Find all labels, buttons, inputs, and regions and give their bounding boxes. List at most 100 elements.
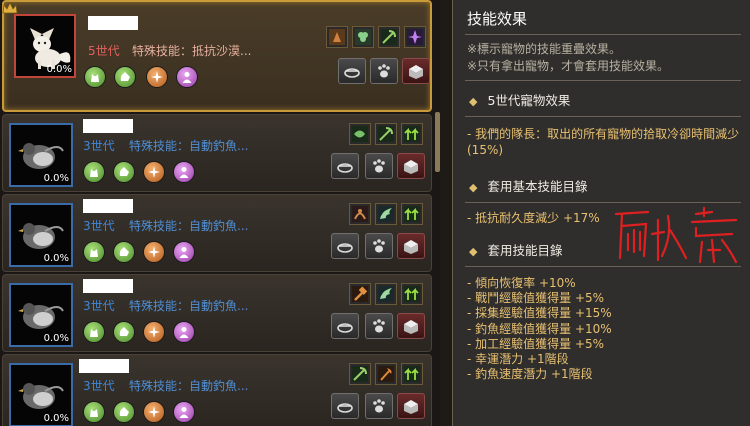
tooltip-note: ※只有拿出寵物，才會套用技能效果。 [467,59,670,73]
cat-trait-icon [83,321,105,343]
generation-effect-text: - 我們的隊長：取出的所有寵物的拾取冷卻時間減少(15%) [467,127,740,157]
pet-generation: 3世代 [83,139,115,153]
diamond-icon: ◆ [469,95,478,108]
magic-skill-icon[interactable] [404,26,426,48]
gather-skill-icon[interactable] [349,203,371,225]
pickaxe-skill-icon[interactable] [375,123,397,145]
section-title: 套用基本技能目錄 [487,179,588,194]
section-heading-basic-skills: ◆ 套用基本技能目錄 [469,176,587,195]
pet-generation: 3世代 [83,299,115,313]
hammer-skill-icon[interactable] [349,283,371,305]
clover-skill-icon[interactable] [352,26,374,48]
divider [465,80,741,81]
divider [465,266,741,267]
food-bowl-button[interactable] [331,393,359,419]
pet-portrait[interactable]: 0.0% [9,203,73,267]
fish-skill-icon[interactable] [349,123,371,145]
section-title: 5世代寵物效果 [487,93,571,108]
pet-portrait[interactable]: 0.0% [9,123,73,187]
axe-skill-icon[interactable] [375,363,397,385]
arrows-up-skill-icon[interactable] [401,363,423,385]
food-bowl-button[interactable] [331,313,359,339]
pet-name-redacted [88,16,138,30]
arrows-up-skill-icon[interactable] [401,123,423,145]
pet-name-redacted [79,359,129,373]
paw-button[interactable] [365,153,393,179]
stat-line: - 採集經驗值獲得量 +15% [467,306,612,321]
paw-button[interactable] [365,313,393,339]
hand-trait-icon [113,401,135,423]
person-trait-icon [173,401,195,423]
food-bowl-button[interactable] [331,153,359,179]
stat-line: - 加工經驗值獲得量 +5% [467,336,605,351]
pet-portrait[interactable]: 0.0% [9,363,73,426]
wing-skill-icon[interactable] [375,283,397,305]
hand-trait-icon [113,241,135,263]
penguin-pet-image [18,303,64,329]
section-heading-skills: ◆ 套用技能目錄 [469,240,562,259]
food-bowl-button[interactable] [338,58,366,84]
list-scrollbar[interactable] [435,112,440,172]
skill-stat-list: - 傾向恢復率 +10% - 戰鬥經驗值獲得量 +5% - 採集經驗值獲得量 +… [467,276,612,382]
section-title: 套用技能目錄 [487,243,563,258]
unseal-box-button[interactable] [397,313,425,339]
pet-card[interactable]: 0.0% 3世代 特殊技能：自動釣魚... [2,274,432,352]
penguin-pet-image [18,143,64,169]
arrows-up-skill-icon[interactable] [401,283,423,305]
arrows-up-skill-icon[interactable] [401,203,423,225]
person-trait-icon [173,321,195,343]
pet-portrait[interactable]: 0.0% [9,283,73,347]
cat-trait-icon [83,401,105,423]
wing-skill-icon[interactable] [375,203,397,225]
pet-name-redacted [83,119,133,133]
pet-card[interactable]: 0.0% 3世代 特殊技能：自動釣魚... [2,354,432,426]
divider [465,202,741,203]
pet-name-redacted [83,279,133,293]
stat-line: - 釣魚經驗值獲得量 +10% [467,321,612,336]
person-trait-icon [173,241,195,263]
hand-trait-icon [113,161,135,183]
paw-button[interactable] [370,58,398,84]
penguin-pet-image [18,383,64,409]
stat-line: - 戰鬥經驗值獲得量 +5% [467,291,605,306]
pet-card[interactable]: 0.0% 5世代 特殊技能：抵抗沙漠... [2,0,432,112]
compass-trait-icon [143,161,165,183]
pickaxe-skill-icon[interactable] [378,26,400,48]
compass-trait-icon [143,321,165,343]
pet-special-skill: 特殊技能：抵抗沙漠... [132,44,252,58]
paw-button[interactable] [365,233,393,259]
stat-line: - 幸運潛力 +1階段 [467,352,569,367]
pet-percent: 0.0% [43,173,69,184]
unseal-box-button[interactable] [397,233,425,259]
pet-special-skill: 特殊技能：自動釣魚... [129,299,249,313]
diamond-icon: ◆ [469,245,478,258]
pet-special-skill: 特殊技能：自動釣魚... [129,219,249,233]
pet-percent: 0.0% [46,64,72,75]
pet-portrait[interactable]: 0.0% [14,14,76,78]
penguin-pet-image [18,223,64,249]
unseal-box-button[interactable] [402,58,430,84]
tooltip-title: 技能效果 [467,10,528,28]
cat-trait-icon [83,241,105,263]
compass-trait-icon [143,401,165,423]
person-trait-icon [176,66,198,88]
compass-trait-icon [146,66,168,88]
pet-special-skill: 特殊技能：自動釣魚... [129,139,249,153]
food-bowl-button[interactable] [331,233,359,259]
pickaxe-skill-icon[interactable] [349,363,371,385]
pet-card[interactable]: 0.0% 3世代 特殊技能：自動釣魚... [2,114,432,192]
hand-trait-icon [113,321,135,343]
unseal-box-button[interactable] [397,393,425,419]
pet-card[interactable]: 0.0% 3世代 特殊技能：自動釣魚... [2,194,432,272]
paw-button[interactable] [365,393,393,419]
fox-pet-image [30,28,71,69]
diamond-icon: ◆ [469,181,478,194]
unseal-box-button[interactable] [397,153,425,179]
pet-generation: 5世代 [88,44,120,58]
pet-special-skill: 特殊技能：自動釣魚... [129,379,249,393]
skill-slot-icon[interactable] [326,26,348,48]
hand-trait-icon [114,66,136,88]
compass-trait-icon [143,241,165,263]
stat-line: - 傾向恢復率 +10% [467,276,576,290]
pet-generation: 3世代 [83,379,115,393]
